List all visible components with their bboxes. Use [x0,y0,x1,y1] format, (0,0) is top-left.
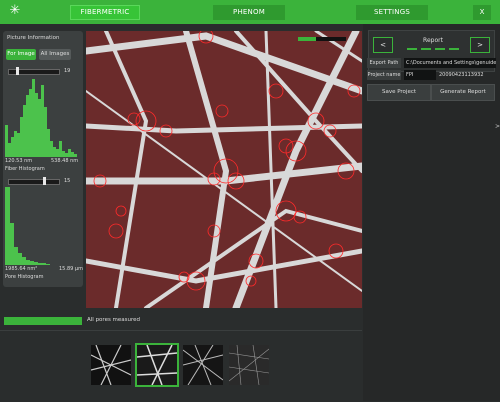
fiber-slider-thumb[interactable] [16,67,19,75]
close-button[interactable]: X [473,5,491,20]
progress-fill [4,317,82,325]
pore-bins-value: 15 [64,178,71,184]
thumbnail-1[interactable] [90,344,132,386]
for-image-button[interactable]: For Image [6,49,36,60]
report-step-3 [435,48,445,50]
thumbnail-3[interactable] [182,344,224,386]
export-path-input[interactable]: C:\Documents and Settings\genuide [404,58,496,68]
prev-report-button[interactable]: < [373,37,393,53]
next-report-button[interactable]: > [470,37,490,53]
fiber-histogram-title: Fiber Histogram [5,166,45,172]
fiber-bins-value: 19 [64,68,71,74]
pore-min-label: 1985.64 nm² [5,266,38,272]
fiber-max-label: 538.48 nm [51,158,79,164]
fiber-histogram [5,79,77,157]
fiber-min-label: 120.53 nm [5,158,33,164]
top-nav-bar: ✳ FIBERMETRIC PHENOM SETTINGS X [0,0,500,24]
project-name-label: Project name [367,70,401,80]
tab-fibermetric[interactable]: FIBERMETRIC [70,5,140,20]
report-step-4 [449,48,459,50]
thumbnail-4[interactable] [228,344,270,386]
progress-status: All pores measured [87,317,141,323]
report-panel: < > Report Export Path C:\Documents and … [363,24,500,401]
all-images-button[interactable]: All Images [39,49,71,60]
generate-report-button[interactable]: Generate Report [431,84,495,101]
picture-information-panel: Picture Information For Image All Images… [3,31,83,287]
thumbnail-strip [0,330,362,402]
report-step-2 [421,48,431,50]
pore-histogram [5,187,50,265]
fiber-micrograph [82,27,366,312]
snowflake-icon[interactable]: ✳ [7,3,23,19]
thumbnail-2[interactable] [135,343,179,387]
tab-settings[interactable]: SETTINGS [356,5,428,20]
panel-title: Picture Information [7,35,60,41]
project-id: 20090423113932 [439,72,484,78]
pore-max-label: 15.89 µm [59,266,83,272]
save-project-button[interactable]: Save Project [367,84,431,101]
export-path-label: Export Path [367,58,401,68]
measurement-progress-bar [4,317,82,325]
project-name-input[interactable]: FPI [404,70,436,80]
pore-bins-slider[interactable] [8,179,60,185]
report-step-1 [407,48,417,50]
pore-histogram-title: Pore Histogram [5,274,44,280]
expand-arrow-icon[interactable]: > [495,123,500,130]
tab-phenom[interactable]: PHENOM [213,5,285,20]
report-label: Report [423,37,443,44]
sem-image-viewer[interactable] [82,27,366,312]
pore-slider-thumb[interactable] [43,177,46,185]
